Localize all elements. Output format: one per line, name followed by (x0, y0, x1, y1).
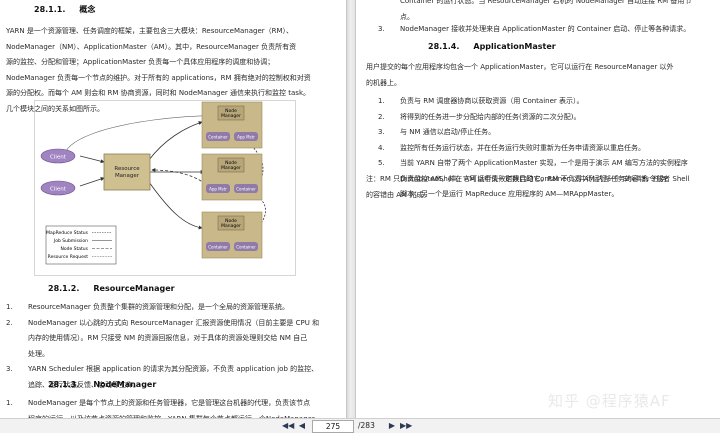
list-item-text: ResourceManager 负责整个集群的资源管理和分配，是一个全局的资源管… (28, 303, 290, 311)
text-line: 源的监控、分配和管理；ApplicationMaster 负责每一个具体应用程序… (6, 58, 275, 66)
list-item: 1. NodeManager 是每个节点上的资源和任务管理器，它是管理这台机器的代… (6, 396, 342, 418)
am-intro-paragraph: 用户提交的每个应用程序均包含一个 ApplicationMaster，它可以运行… (366, 60, 718, 91)
list-item-text: YARN Scheduler 根据 application 的请求为其分配资源，… (28, 365, 319, 373)
first-page-icon[interactable]: ◀◀ (282, 420, 294, 432)
container-label: Container (208, 245, 228, 250)
list-item: 2. 将得到的任务进一步分配给内部的任务(资源的二次分配)。 (378, 110, 718, 126)
list-marker: 1. (378, 97, 385, 105)
page-total: /283 (358, 421, 375, 430)
section-number: 28.1.1. (34, 5, 66, 14)
page-gutter (346, 0, 356, 418)
list-marker: 5. (378, 159, 385, 167)
diagram-legend: MapReduce Status Job Submission Node Sta… (45, 225, 117, 265)
client-node-2: Client (40, 180, 76, 196)
section-title: ApplicationMaster (473, 42, 556, 51)
text-line: Container 的运行状态。当 ResourceManager 宕机时 No… (400, 0, 692, 5)
node-cluster-bottom: Node Manager Container Container (201, 211, 263, 259)
client-label: Client (50, 187, 67, 193)
resource-manager-box: Resource Manager (103, 153, 151, 191)
legend-label: Resource Request (48, 254, 89, 260)
section-heading-nm: 28.1.3. NodeManager (48, 380, 156, 389)
prev-page-icon[interactable]: ◀ (296, 420, 308, 432)
nm-label: Manager (221, 165, 241, 171)
container-label: Container (236, 245, 256, 250)
am-note: 注：RM 只负责监控 AM，并在 AM 运行失败时候启动它。RM 不负责 AM … (366, 172, 718, 203)
yarn-architecture-diagram: Client Client Resource Manager Node Mana… (34, 100, 296, 276)
list-item: 3. NodeManager 接收并处理来自 ApplicationMaster … (378, 22, 718, 38)
rm-label-line1: Resource (114, 166, 140, 172)
container-label: Container (236, 187, 256, 192)
app-master-label: App Mstr (209, 187, 227, 192)
list-marker: 3. (378, 25, 385, 33)
text-line: NodeManager（NM）、ApplicationMaster（AM）。其中… (6, 42, 297, 51)
section-title: ResourceManager (93, 284, 175, 293)
rm-label-line2: Manager (115, 173, 140, 179)
list-marker: 2. (378, 112, 385, 121)
node-cluster-mid: Node Manager App Mstr Container (201, 153, 263, 201)
client-node-1: Client (40, 148, 76, 164)
list-item: 4. 监控所有任务运行状态，并在任务运行失败时重新为任务申请资源以重启任务。 (378, 141, 718, 157)
text-line: 注：RM 只负责监控 AM，并在 AM 运行失败时候启动它。RM 不负责 AM … (366, 175, 667, 183)
legend-label: Node Status (60, 246, 88, 252)
page-navigation-toolbar: ◀◀ ◀ 275 /283 ▶ ▶▶ (0, 418, 720, 433)
last-page-icon[interactable]: ▶▶ (400, 420, 412, 432)
section-heading-am: 28.1.4. ApplicationMaster (428, 42, 556, 51)
section-number: 28.1.2. (48, 284, 80, 293)
nm-list: 1. NodeManager 是每个节点上的资源和任务管理器，它是管理这台机器的代… (6, 396, 342, 418)
text-line: 的容错由 AM 完成。 (366, 190, 431, 199)
text-line: 用户提交的每个应用程序均包含一个 ApplicationMaster，它可以运行… (366, 63, 674, 71)
list-item: 1. ResourceManager 负责整个集群的资源管理和分配，是一个全局的资… (6, 300, 342, 316)
legend-label: MapReduce Status (46, 230, 89, 236)
list-item-text: 负责与 RM 调度器协商以获取资源（用 Container 表示）。 (400, 97, 584, 105)
section-title: NodeManager (93, 380, 157, 389)
section-title: 概念 (79, 5, 96, 14)
list-item-text: NodeManager 接收并处理来自 ApplicationMaster 的 … (400, 25, 691, 33)
list-item-text: NodeManager 是每个节点上的资源和任务管理器，它是管理这台机器的代理，… (28, 399, 311, 407)
text-line: NodeManager 负责每一个节点的维护。对于所有的 application… (6, 73, 311, 82)
node-cluster-top: Node Manager Container App Mstr (201, 101, 263, 149)
section-number: 28.1.3. (48, 380, 80, 389)
text-line: YARN 是一个资源管理、任务调度的框架，主要包含三大模块：ResourceMa… (6, 27, 294, 35)
section-number: 28.1.4. (428, 42, 460, 51)
next-page-icon[interactable]: ▶ (386, 420, 398, 432)
right-page: Container 的运行状态。当 ResourceManager 宕机时 No… (356, 0, 720, 418)
nm-list-continued: 3. NodeManager 接收并处理来自 ApplicationMaster … (378, 22, 718, 38)
left-page: 28.1.1. 概念 YARN 是一个资源管理、任务调度的框架，主要包含三大模块：… (0, 0, 346, 418)
section-heading-rm: 28.1.2. ResourceManager (48, 284, 175, 293)
list-item-text: 内存的使用情况）。RM 只接受 NM 的资源回报信息，对于具体的资源处理则交给 … (28, 334, 308, 342)
list-item: 1. 负责与 RM 调度器协商以获取资源（用 Container 表示）。 (378, 94, 718, 110)
list-marker: 1. (6, 399, 13, 407)
list-marker: 1. (6, 303, 13, 311)
text-line: 的机器上。 (366, 78, 401, 87)
list-marker: 3. (6, 365, 13, 373)
list-item-text: 监控所有任务运行状态，并在任务运行失败时重新为任务申请资源以重启任务。 (400, 143, 645, 152)
container-label: Container (208, 135, 228, 140)
list-marker: 2. (6, 318, 13, 327)
list-item: 3. 与 NM 通信以启动/停止任务。 (378, 125, 718, 141)
legend-label: Job Submission (53, 238, 88, 244)
nm-label: Manager (221, 223, 241, 229)
list-marker: 4. (378, 143, 385, 152)
list-item-text: 与 NM 通信以启动/停止任务。 (400, 128, 496, 136)
section-heading-concept: 28.1.1. 概念 (34, 4, 95, 15)
client-label: Client (50, 155, 67, 161)
list-item-text: NodeManager 以心跳的方式向 ResourceManager 汇报资源… (28, 318, 320, 327)
list-item: 2. NodeManager 以心跳的方式向 ResourceManager 汇报… (6, 316, 342, 363)
list-marker: 3. (378, 128, 385, 136)
list-item-text: 将得到的任务进一步分配给内部的任务(资源的二次分配)。 (400, 112, 581, 121)
app-master-label: App Mstr (237, 135, 255, 140)
nm-label: Manager (221, 113, 241, 119)
list-item-text: 当前 YARN 自带了两个 ApplicationMaster 实现，一个是用于… (400, 159, 688, 167)
list-item-text: 处理。 (28, 349, 49, 358)
page-number-input[interactable]: 275 (312, 420, 354, 433)
